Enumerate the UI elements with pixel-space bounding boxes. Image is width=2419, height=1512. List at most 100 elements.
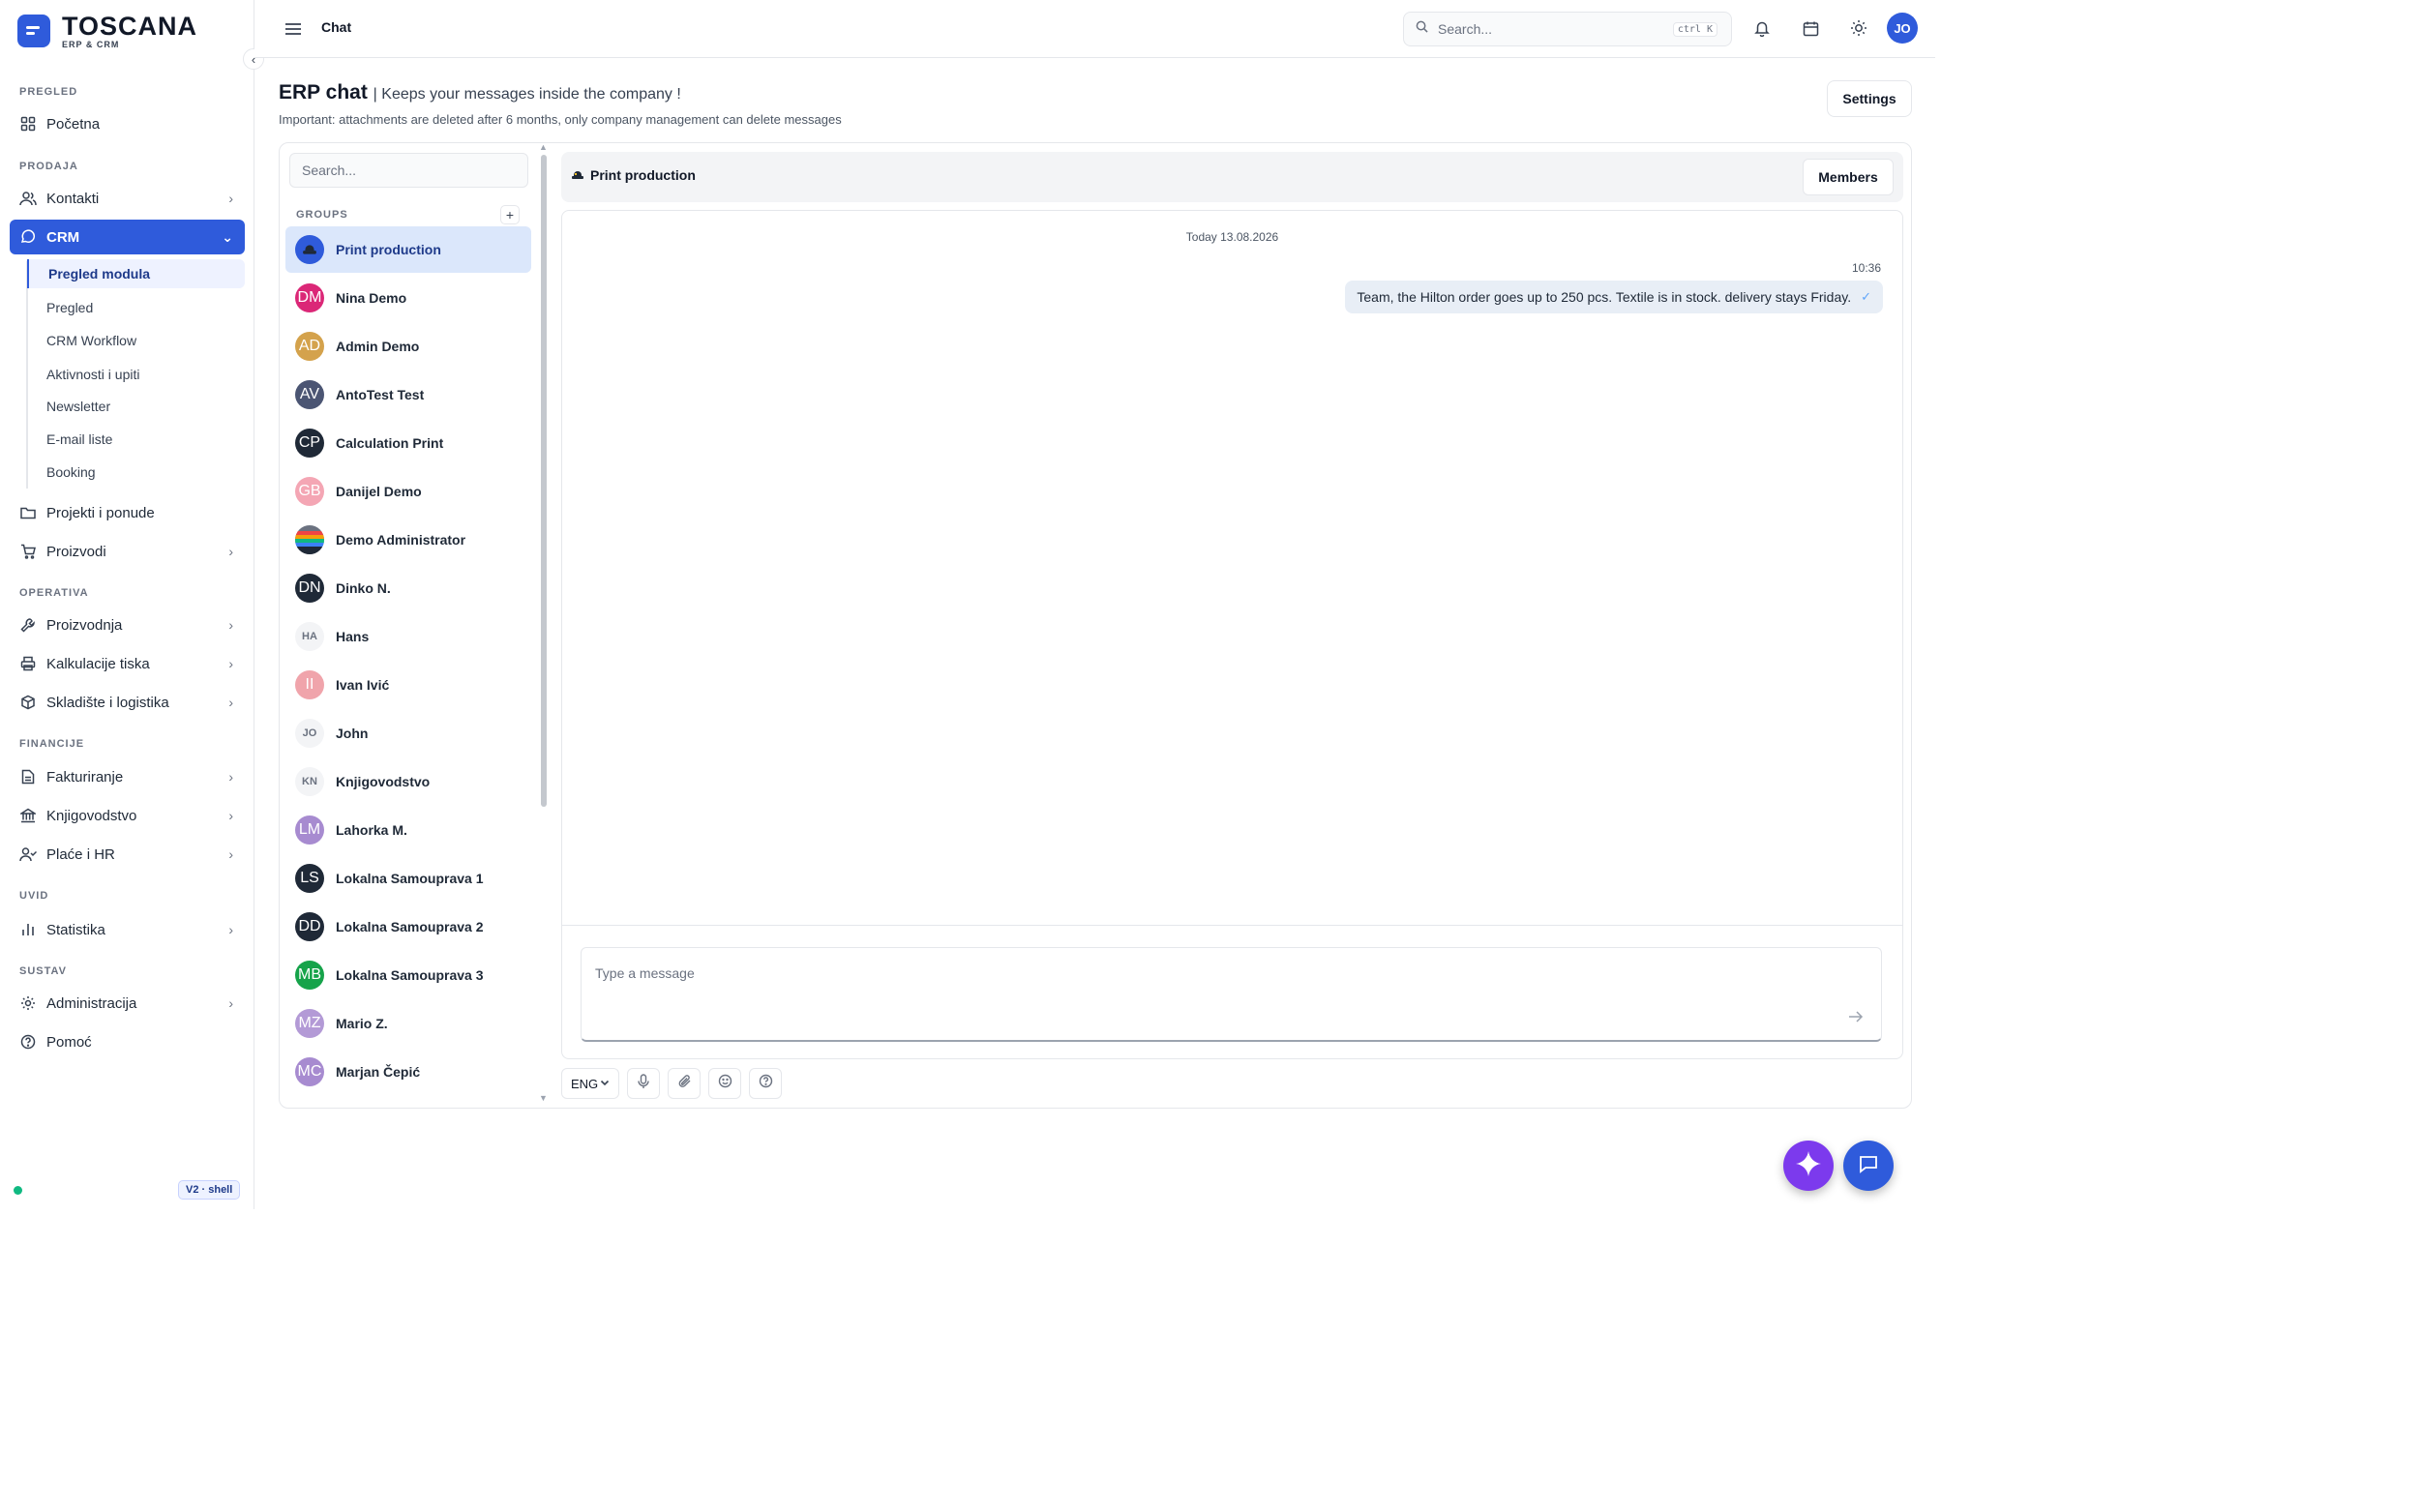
menu-icon[interactable] [284,19,303,39]
submenu-item-crm-workflow[interactable]: CRM Workflow [27,326,245,355]
sidebar-item-proizvodi[interactable]: Proizvodi › [10,534,245,569]
message-input[interactable]: Type a message [581,947,1882,1042]
sidebar-item-projekti[interactable]: Projekti i ponude [10,495,245,530]
contact-item[interactable]: DN Dinko N. [285,565,531,611]
sidebar-item-proizvodnja[interactable]: Proizvodnja › [10,608,245,642]
scroll-down-icon[interactable]: ▼ [539,1093,548,1103]
avatar: JO [295,719,324,748]
avatar: MC [295,1057,324,1086]
contact-item[interactable]: DD Lokalna Samouprava 2 [285,904,531,950]
submenu-item-pregled-modula[interactable]: Pregled modula [27,259,245,288]
chevron-down-icon: ⌄ [222,229,233,245]
sidebar-item-crm[interactable]: CRM ⌄ [10,220,245,254]
attach-button[interactable] [668,1068,701,1099]
sidebar-item-label: Kalkulacije tiska [46,655,150,672]
contact-item[interactable]: MB Lokalna Samouprava 3 [285,952,531,998]
sidebar-item-kontakti[interactable]: Kontakti › [10,181,245,216]
message-bubble[interactable]: Team, the Hilton order goes up to 250 pc… [1345,281,1883,313]
chevron-right-icon: › [228,769,233,785]
sidebar-item-skladiste[interactable]: Skladište i logistika › [10,685,245,720]
submenu-item-pregled[interactable]: Pregled [27,293,245,322]
sidebar-item-place[interactable]: Plaće i HR › [10,837,245,872]
user-avatar[interactable]: JO [1887,13,1918,44]
members-button[interactable]: Members [1803,159,1894,195]
contact-item[interactable]: KN Knjigovodstvo [285,758,531,805]
contact-item[interactable]: JO John [285,710,531,756]
contact-list-scrollbar[interactable] [541,155,547,807]
contact-name: Ivan Ivić [336,677,390,693]
avatar: HA [295,622,324,651]
submenu-item-booking[interactable]: Booking [27,458,245,487]
composer-toolbar: ENG [561,1067,782,1100]
avatar: MB [295,961,324,990]
language-select[interactable]: ENG [561,1068,619,1099]
contact-name: Knjigovodstvo [336,774,431,789]
user-check-icon [19,845,37,863]
section-prodaja: PRODAJA [19,161,78,172]
contact-item[interactable]: Demo Administrator [285,517,531,563]
group-hat-icon [571,168,584,182]
contact-item[interactable]: HA Hans [285,613,531,660]
contact-item[interactable]: LS Lokalna Samouprava 1 [285,855,531,902]
add-group-button[interactable]: + [500,205,520,224]
sidebar-item-knjigovodstvo[interactable]: Knjigovodstvo › [10,798,245,833]
contact-name: Lokalna Samouprava 2 [336,919,484,934]
page-title-main: ERP chat [279,81,368,104]
sidebar-item-statistika[interactable]: Statistika › [10,912,245,947]
submenu-item-email-liste[interactable]: E-mail liste [27,425,245,454]
search-icon [1416,20,1428,38]
sidebar-item-kalkulacije[interactable]: Kalkulacije tiska › [10,646,245,681]
contact-item[interactable]: CP Calculation Print [285,420,531,466]
group-item[interactable]: Print production [285,226,531,273]
microphone-button[interactable] [627,1068,660,1099]
help-button[interactable] [749,1068,782,1099]
avatar: GB [295,477,324,506]
conversation-title: Print production [571,167,696,183]
bell-icon[interactable] [1751,17,1773,39]
folder-icon [19,504,37,521]
brand[interactable]: TOSCANA ERP & CRM [17,12,197,50]
sidebar-item-label: Pomoć [46,1033,92,1051]
avatar: LM [295,815,324,845]
sidebar-item-fakturiranje[interactable]: Fakturiranje › [10,759,245,794]
contact-item[interactable]: LM Lahorka M. [285,807,531,853]
sidebar-item-pomoc[interactable]: Pomoć [10,1024,245,1059]
contact-name: Danijel Demo [336,484,422,499]
contact-item[interactable]: AV AntoTest Test [285,371,531,418]
scroll-up-icon[interactable]: ▲ [539,142,548,152]
contact-search-input[interactable]: Search... [289,153,528,188]
sun-icon[interactable] [1848,17,1869,39]
conversation-header: Print production Members [561,152,1903,202]
submenu-item-newsletter[interactable]: Newsletter [27,392,245,421]
chat-panel: Search... GROUPS + Print production DM Nin… [279,142,1912,1109]
global-search-input[interactable]: Search... ctrl K [1403,12,1732,46]
sidebar-item-label: Kontakti [46,190,100,207]
contact-item[interactable]: GB Danijel Demo [285,468,531,515]
help-circle-icon [759,1074,773,1093]
send-icon[interactable] [1846,1007,1866,1026]
search-placeholder: Search... [1438,21,1493,37]
ai-assistant-button[interactable] [1783,1141,1834,1191]
sidebar-item-pocetna[interactable]: Početna [10,106,245,141]
calendar-icon[interactable] [1800,17,1821,39]
message-time: 10:36 [1851,261,1881,275]
contact-item[interactable]: AD Admin Demo [285,323,531,370]
chat-bubble-button[interactable] [1843,1141,1894,1191]
sidebar-item-administracija[interactable]: Administracija › [10,986,245,1021]
contact-item[interactable]: MZ Mario Z. [285,1000,531,1047]
chevron-right-icon: › [228,544,233,559]
message-area: Today 13.08.2026 10:36 Team, the Hilton … [561,210,1903,926]
contact-name: Mario Z. [336,1016,388,1031]
avatar: DN [295,574,324,603]
avatar: DM [295,283,324,312]
settings-button[interactable]: Settings [1827,80,1912,117]
status-online-dot [14,1186,22,1195]
brand-subtitle: ERP & CRM [62,39,120,49]
contact-name: Demo Administrator [336,532,466,548]
contact-name: Marjan Čepić [336,1064,421,1080]
contact-item[interactable]: DM Nina Demo [285,275,531,321]
submenu-item-aktivnosti[interactable]: Aktivnosti i upiti [27,360,245,389]
contact-item[interactable]: II Ivan Ivić [285,662,531,708]
emoji-button[interactable] [708,1068,741,1099]
contact-item[interactable]: MC Marjan Čepić [285,1049,531,1095]
